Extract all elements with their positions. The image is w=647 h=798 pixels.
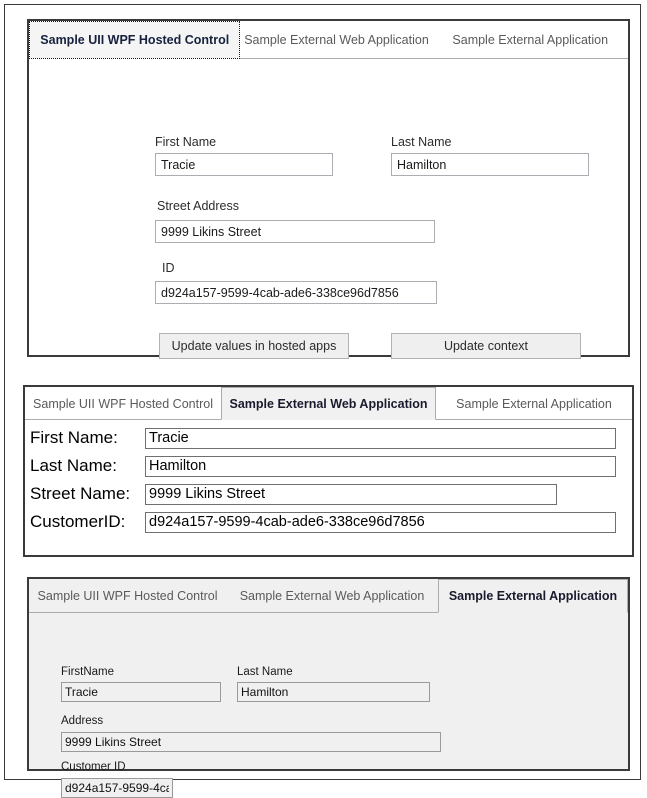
panel-wpf-hosted-control: Sample UII WPF Hosted Control Sample Ext…: [27, 19, 630, 359]
tabstrip-wpf: Sample UII WPF Hosted Control Sample Ext…: [29, 21, 628, 59]
address-label: Address: [61, 715, 104, 727]
tab-label: Sample External Application: [448, 589, 618, 603]
panel-external-web-application: Sample UII WPF Hosted Control Sample Ext…: [23, 385, 634, 557]
panel-ext-body: FirstName Last Name Address Customer ID: [29, 613, 628, 798]
tabstrip-web: Sample UII WPF Hosted Control Sample Ext…: [25, 387, 632, 420]
customer-id-input[interactable]: [145, 511, 616, 533]
street-name-input[interactable]: [145, 483, 557, 505]
customer-id-row: CustomerID:: [25, 508, 632, 536]
update-context-button[interactable]: Update context: [391, 333, 581, 359]
first-name-label: First Name: [155, 135, 217, 149]
tab-label: Sample UII WPF Hosted Control: [37, 589, 218, 603]
tab-external-application[interactable]: Sample External Application: [438, 579, 628, 613]
tab-external-web-application[interactable]: Sample External Web Application: [226, 579, 438, 613]
tab-external-application[interactable]: Sample External Application: [432, 21, 628, 59]
tab-label: Sample External Application: [456, 396, 612, 411]
tab-label: Sample External Application: [452, 33, 609, 47]
panel-wpf-body: First Name Last Name Street Address ID U…: [29, 59, 628, 359]
tab-wpf-hosted-control[interactable]: Sample UII WPF Hosted Control: [29, 21, 241, 59]
address-input[interactable]: [61, 732, 441, 752]
first-name-input[interactable]: [61, 682, 221, 702]
tab-external-web-application[interactable]: Sample External Web Application: [221, 387, 436, 420]
last-name-input[interactable]: [145, 455, 616, 477]
tab-label: Sample External Web Application: [229, 396, 428, 411]
page-frame: Sample UII WPF Hosted Control Sample Ext…: [4, 4, 641, 798]
first-name-row: First Name:: [25, 424, 632, 452]
update-values-in-hosted-apps-button[interactable]: Update values in hosted apps: [159, 333, 349, 359]
first-name-input[interactable]: [155, 153, 333, 176]
first-name-label: FirstName: [61, 666, 115, 678]
panel-external-application: Sample UII WPF Hosted Control Sample Ext…: [27, 577, 630, 798]
tabstrip-ext: Sample UII WPF Hosted Control Sample Ext…: [29, 579, 628, 613]
customer-id-input[interactable]: [61, 778, 173, 798]
last-name-row: Last Name:: [25, 452, 632, 480]
id-label: ID: [162, 261, 175, 275]
panel-web-body: First Name: Last Name: Street Name: Cust…: [25, 420, 632, 555]
tab-label: Sample UII WPF Hosted Control: [40, 33, 230, 47]
first-name-label: First Name:: [30, 428, 118, 447]
street-name-row: Street Name:: [25, 480, 632, 508]
last-name-label: Last Name: [391, 135, 452, 149]
street-address-label: Street Address: [157, 199, 239, 213]
tab-label: Sample UII WPF Hosted Control: [33, 396, 213, 411]
tab-wpf-hosted-control[interactable]: Sample UII WPF Hosted Control: [25, 387, 221, 420]
customer-id-label: CustomerID:: [30, 512, 126, 531]
customer-id-label: Customer ID: [61, 761, 126, 773]
street-address-input[interactable]: [155, 220, 435, 243]
tab-label: Sample External Web Application: [239, 589, 425, 603]
tab-wpf-hosted-control[interactable]: Sample UII WPF Hosted Control: [29, 579, 226, 613]
last-name-label: Last Name:: [30, 456, 117, 475]
id-input[interactable]: [155, 281, 437, 304]
last-name-label: Last Name: [237, 666, 293, 678]
street-name-label: Street Name:: [30, 484, 131, 503]
tab-external-web-application[interactable]: Sample External Web Application: [240, 21, 432, 59]
last-name-input[interactable]: [237, 682, 430, 702]
tab-external-application[interactable]: Sample External Application: [436, 387, 632, 420]
tab-label: Sample External Web Application: [244, 33, 429, 47]
last-name-input[interactable]: [391, 153, 589, 176]
first-name-input[interactable]: [145, 427, 616, 449]
